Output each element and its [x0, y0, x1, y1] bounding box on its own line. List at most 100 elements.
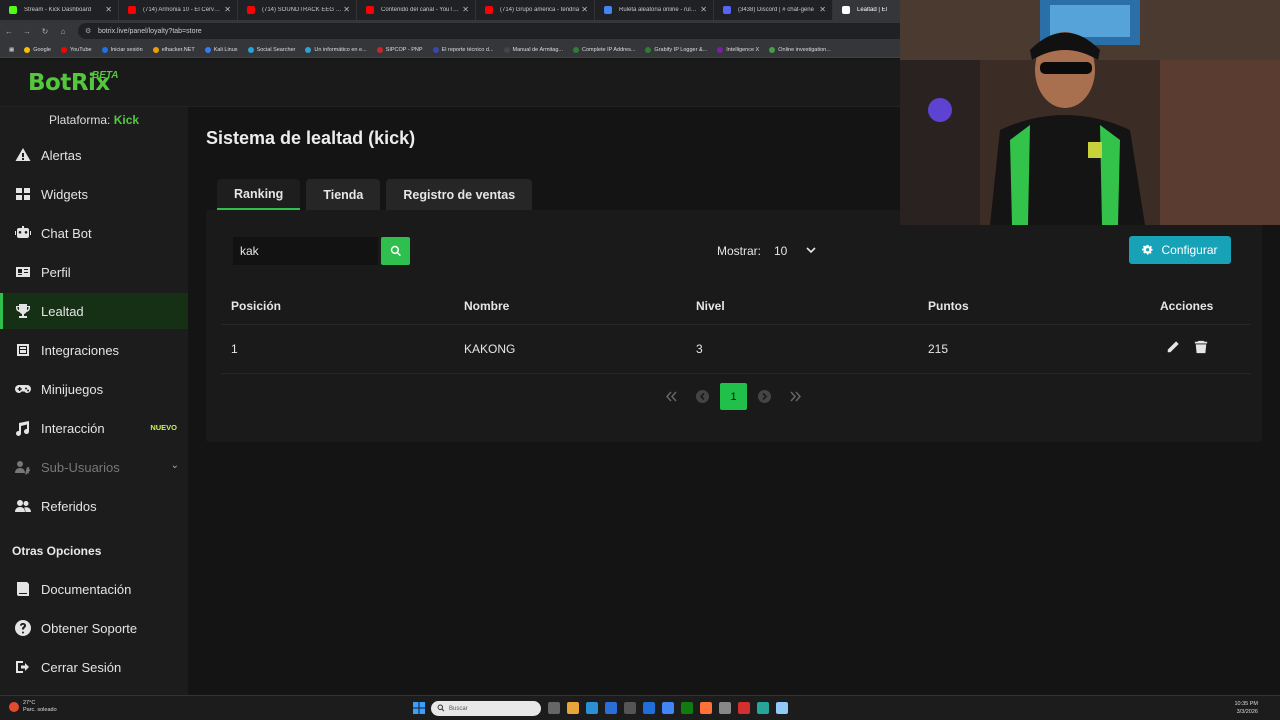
tab-ranking[interactable]: Ranking [217, 179, 301, 210]
sidebar-item-minijuegos[interactable]: Minijuegos [0, 371, 188, 407]
back-icon[interactable]: ← [0, 27, 18, 36]
bookmark-item[interactable]: Social Searcher [243, 46, 301, 53]
browser-tab[interactable]: Contenido del canal - YouTube ✕ [357, 0, 476, 20]
bookmark-item[interactable]: elhacker.NET [148, 46, 200, 53]
sidebar-item-integraciones[interactable]: Integraciones [0, 332, 188, 368]
sidebar-item-obtener-soporte[interactable]: Obtener Soporte [0, 610, 188, 646]
search-button[interactable] [381, 237, 410, 265]
bookmark-item[interactable]: Intelligence X [712, 46, 764, 53]
platform-value: Kick [113, 113, 140, 127]
close-tab-icon[interactable]: ✕ [343, 5, 350, 14]
taskbar-search[interactable]: Buscar [431, 701, 541, 716]
close-tab-icon[interactable]: ✕ [581, 5, 588, 14]
reload-icon[interactable]: ↻ [36, 27, 54, 36]
delete-button[interactable] [1194, 340, 1208, 354]
edit-button[interactable] [1166, 340, 1180, 354]
sidebar-item-perfil[interactable]: Perfil [0, 254, 188, 290]
edge-icon[interactable] [586, 702, 598, 714]
configure-button[interactable]: Configurar [1129, 236, 1231, 264]
search-input[interactable] [233, 237, 378, 265]
page-1-button[interactable]: 1 [720, 383, 747, 410]
close-tab-icon[interactable]: ✕ [105, 5, 112, 14]
sidebar-item-chat-bot[interactable]: Chat Bot [0, 215, 188, 251]
bookmark-item[interactable]: Iniciar sesión [97, 46, 148, 53]
tab-title: Lealtad | El [857, 7, 887, 13]
sidebar-item-alertas[interactable]: Alertas [0, 137, 188, 173]
tab-favicon-icon [247, 6, 255, 14]
apps-icon[interactable]: ▦ [4, 47, 19, 53]
windows-start-icon[interactable] [413, 702, 425, 714]
app-icon-2[interactable] [738, 702, 750, 714]
bookmark-item[interactable]: Kali Linux [200, 46, 243, 53]
browser-tab[interactable]: Ruleta aleatoria online - ruleta ✕ [595, 0, 714, 20]
app-icon-4[interactable] [776, 702, 788, 714]
col-level[interactable]: Nivel [696, 299, 725, 313]
url-field[interactable]: ⚙ botrix.live/panel/loyalty?tab=store [78, 23, 938, 39]
file-explorer-icon[interactable] [567, 702, 579, 714]
close-tab-icon[interactable]: ✕ [819, 5, 826, 14]
weather-widget[interactable]: 27°C Parc. soleado [9, 700, 57, 714]
sidebar-item-cerrar-sesi-n[interactable]: Cerrar Sesión [0, 649, 188, 685]
bookmark-item[interactable]: Online investigation... [764, 46, 836, 53]
last-page-icon[interactable] [789, 390, 802, 403]
close-tab-icon[interactable]: ✕ [700, 5, 707, 14]
bookmark-item[interactable]: Manual de Armitag... [499, 46, 568, 53]
sidebar-item-label: Interacción [41, 420, 105, 436]
tab-registro-ventas[interactable]: Registro de ventas [386, 179, 533, 210]
bookmark-label: Kali Linux [213, 46, 238, 53]
tab-favicon-icon [9, 6, 17, 14]
platform-label: Plataforma: [49, 113, 111, 127]
firefox-icon[interactable] [700, 702, 712, 714]
users-icon [14, 497, 32, 515]
next-page-icon[interactable] [758, 390, 771, 403]
browser-tab[interactable]: (3438) Discord | # chat-gene ✕ [714, 0, 833, 20]
site-info-icon[interactable]: ⚙ [85, 27, 91, 35]
xbox-icon[interactable] [681, 702, 693, 714]
bookmark-item[interactable]: El reporte técnico d... [428, 46, 499, 53]
sidebar-item-label: Lealtad [41, 303, 84, 319]
webcam-image [900, 0, 1280, 225]
col-position[interactable]: Posición [231, 299, 281, 313]
bookmark-item[interactable]: Grabify IP Logger &... [640, 46, 712, 53]
vscode-icon[interactable] [643, 702, 655, 714]
sidebar-item-sub-usuarios[interactable]: Sub-Usuarios ⌄ [0, 449, 188, 485]
sidebar-item-documentaci-n[interactable]: Documentación [0, 571, 188, 607]
other-options-title: Otras Opciones [12, 544, 102, 558]
sidebar-item-lealtad[interactable]: Lealtad [0, 293, 188, 329]
bookmark-item[interactable]: Complete IP Addres... [568, 46, 640, 53]
sidebar-item-interacci-n[interactable]: Interacción NUEVO [0, 410, 188, 446]
home-icon[interactable]: ⌂ [54, 27, 72, 36]
sidebar-item-referidos[interactable]: Referidos [0, 488, 188, 524]
bookmark-item[interactable]: Google [19, 46, 56, 53]
sidebar-item-widgets[interactable]: Widgets [0, 176, 188, 212]
app-icon-3[interactable] [757, 702, 769, 714]
app-icon[interactable] [719, 702, 731, 714]
bookmark-item[interactable]: SIPCOP - PNP [372, 46, 428, 53]
col-name[interactable]: Nombre [464, 299, 509, 313]
tab-title: (3438) Discord | # chat-gene [738, 7, 814, 13]
sidebar: Plataforma: Kick Alertas Widgets Chat Bot P… [0, 107, 188, 695]
tab-title: Contenido del canal - YouTube [381, 7, 461, 13]
store-icon[interactable] [605, 702, 617, 714]
system-clock[interactable]: 10:35 PM 3/3/2026 [1234, 700, 1258, 716]
close-tab-icon[interactable]: ✕ [462, 5, 469, 14]
task-view-icon[interactable] [548, 702, 560, 714]
col-points[interactable]: Puntos [928, 299, 969, 313]
tab-tienda[interactable]: Tienda [306, 179, 381, 210]
prev-page-icon[interactable] [696, 390, 709, 403]
settings-icon[interactable] [624, 702, 636, 714]
browser-tab[interactable]: Stream - Kick Dashboard ✕ [0, 0, 119, 20]
bookmark-item[interactable]: YouTube [56, 46, 97, 53]
browser-tab[interactable]: (714) Armonia 10 - El Cervecero ✕ [119, 0, 238, 20]
forward-icon[interactable]: → [18, 27, 36, 36]
bookmark-item[interactable]: Un informático en e... [300, 46, 371, 53]
bookmark-label: elhacker.NET [161, 46, 195, 53]
first-page-icon[interactable] [665, 390, 678, 403]
table-row [221, 324, 1251, 374]
browser-tab[interactable]: (714) SOUNDTRACK EEG | S ✕ [238, 0, 357, 20]
close-tab-icon[interactable]: ✕ [224, 5, 231, 14]
page-size-select[interactable]: 10 [770, 237, 822, 265]
browser-tab[interactable]: (714) Grupo america - tendria ✕ [476, 0, 595, 20]
bookmark-label: Grabify IP Logger &... [654, 46, 708, 53]
chrome-icon[interactable] [662, 702, 674, 714]
